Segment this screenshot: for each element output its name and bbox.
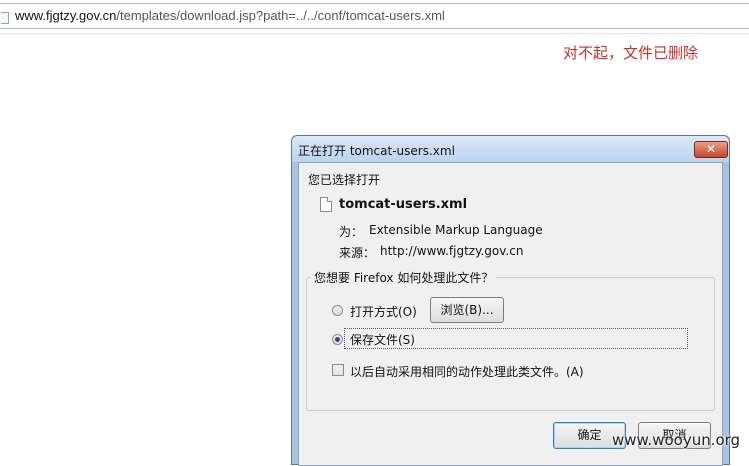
url-host: www.fjgtzy.gov.cn [15,8,117,23]
url-path: /templates/download.jsp?path=../../conf/… [116,8,445,23]
dialog-title: 正在打开 tomcat-users.xml [298,144,455,158]
close-icon: ✕ [705,142,717,156]
source-value: http://www.fjgtzy.gov.cn [380,244,524,258]
dialog-body: 您已选择打开 tomcat-users.xml 为： Extensible Ma… [298,162,723,466]
address-bar[interactable]: www.fjgtzy.gov.cn/templates/download.jsp… [0,3,749,29]
file-name: tomcat-users.xml [339,197,468,212]
page-icon [1,12,9,24]
watermark-text: www.wooyun.org [612,431,741,449]
save-file-radio[interactable] [332,334,343,345]
source-label: 来源： [339,246,376,260]
save-file-label[interactable]: 保存文件(S) [350,331,415,348]
open-with-label[interactable]: 打开方式(O) [350,303,417,320]
download-dialog: 正在打开 tomcat-users.xml ✕ 您已选择打开 tomcat-us… [291,135,730,466]
type-value: Extensible Markup Language [369,223,543,237]
close-button[interactable]: ✕ [694,141,728,158]
remember-checkbox[interactable] [332,364,344,376]
deleted-message: 对不起，文件已删除 [563,44,699,62]
dialog-titlebar[interactable]: 正在打开 tomcat-users.xml ✕ [292,136,729,162]
browse-button[interactable]: 浏览(B)... [430,297,504,323]
type-label: 为： [339,225,364,239]
file-icon [320,197,332,212]
browser-toolbar: www.fjgtzy.gov.cn/templates/download.jsp… [0,0,749,34]
selected-label: 您已选择打开 [308,173,381,187]
remember-label[interactable]: 以后自动采用相同的动作处理此类文件。(A) [350,363,584,380]
action-question: 您想要 Firefox 如何处理此文件？ [311,269,497,286]
url-text[interactable]: www.fjgtzy.gov.cn/templates/download.jsp… [15,8,445,23]
open-with-radio[interactable] [332,305,343,316]
